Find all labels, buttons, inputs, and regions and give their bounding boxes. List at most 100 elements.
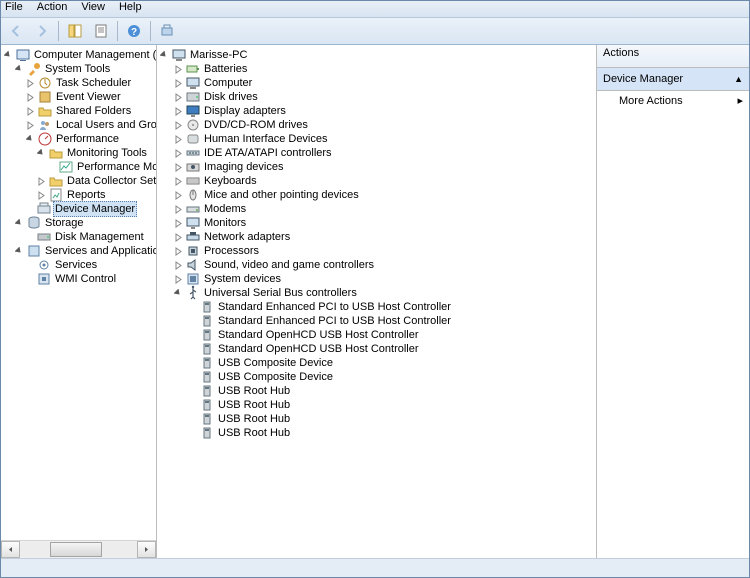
expand-icon[interactable] xyxy=(173,78,184,89)
device-category[interactable]: Human Interface Devices xyxy=(159,132,596,146)
expand-icon[interactable] xyxy=(25,92,36,103)
tree-item-services[interactable]: Services xyxy=(3,258,156,272)
device-item[interactable]: Standard OpenHCD USB Host Controller xyxy=(159,342,596,356)
device-item[interactable]: USB Root Hub xyxy=(159,412,596,426)
expand-icon[interactable] xyxy=(173,274,184,285)
device-item[interactable]: Standard OpenHCD USB Host Controller xyxy=(159,328,596,342)
collapse-icon[interactable] xyxy=(14,64,25,75)
tree-item-event-viewer[interactable]: Event Viewer xyxy=(3,90,156,104)
scroll-track[interactable] xyxy=(20,542,137,557)
help-button[interactable]: ? xyxy=(122,19,146,43)
device-category[interactable]: Processors xyxy=(159,244,596,258)
device-category[interactable]: Batteries xyxy=(159,62,596,76)
collapse-icon[interactable] xyxy=(14,246,25,257)
device-category[interactable]: Universal Serial Bus controllers xyxy=(159,286,596,300)
expand-icon[interactable] xyxy=(173,120,184,131)
tree-label: Marisse-PC xyxy=(190,48,247,62)
tree-item-system-tools[interactable]: System Tools xyxy=(3,62,156,76)
scope-pane: Computer Management (Local System Tools … xyxy=(1,45,157,558)
tree-item-wmi[interactable]: WMI Control xyxy=(3,272,156,286)
expand-icon[interactable] xyxy=(173,260,184,271)
expand-icon[interactable] xyxy=(173,246,184,257)
expand-icon[interactable] xyxy=(173,162,184,173)
tree-label: Services and Applications xyxy=(45,244,156,258)
result-pane: Marisse-PCBatteriesComputerDisk drivesDi… xyxy=(157,45,597,558)
tree-item-reports[interactable]: Reports xyxy=(3,188,156,202)
collapse-icon[interactable] xyxy=(173,288,184,299)
expand-icon[interactable] xyxy=(25,78,36,89)
expand-icon[interactable] xyxy=(173,148,184,159)
device-category[interactable]: Sound, video and game controllers xyxy=(159,258,596,272)
menu-file[interactable]: File xyxy=(5,1,23,13)
expand-icon[interactable] xyxy=(173,106,184,117)
menu-help[interactable]: Help xyxy=(119,1,142,13)
device-item[interactable]: USB Root Hub xyxy=(159,398,596,412)
expand-icon[interactable] xyxy=(173,176,184,187)
scan-button[interactable] xyxy=(155,19,179,43)
collapse-icon[interactable] xyxy=(25,134,36,145)
device-category[interactable]: Computer xyxy=(159,76,596,90)
expand-icon[interactable] xyxy=(25,106,36,117)
tree-item-shared-folders[interactable]: Shared Folders xyxy=(3,104,156,118)
scroll-left-button[interactable] xyxy=(1,541,20,558)
expand-icon[interactable] xyxy=(173,64,184,75)
device-category[interactable]: Imaging devices xyxy=(159,160,596,174)
device-category[interactable]: System devices xyxy=(159,272,596,286)
device-category[interactable]: IDE ATA/ATAPI controllers xyxy=(159,146,596,160)
menu-view[interactable]: View xyxy=(81,1,105,13)
tree-item-disk-management[interactable]: Disk Management xyxy=(3,230,156,244)
tree-item-performance[interactable]: Performance xyxy=(3,132,156,146)
tree-item-storage[interactable]: Storage xyxy=(3,216,156,230)
properties-button[interactable] xyxy=(89,19,113,43)
content-area: Computer Management (Local System Tools … xyxy=(1,45,749,558)
expand-icon[interactable] xyxy=(173,204,184,215)
device-item[interactable]: Standard Enhanced PCI to USB Host Contro… xyxy=(159,314,596,328)
device-category[interactable]: Network adapters xyxy=(159,230,596,244)
scroll-right-button[interactable] xyxy=(137,541,156,558)
device-root[interactable]: Marisse-PC xyxy=(159,48,596,62)
expand-icon[interactable] xyxy=(173,92,184,103)
tree-label: Local Users and Groups xyxy=(56,118,156,132)
hscrollbar[interactable] xyxy=(1,540,156,558)
expand-icon[interactable] xyxy=(173,218,184,229)
device-category[interactable]: Monitors xyxy=(159,216,596,230)
scope-tree[interactable]: Computer Management (Local System Tools … xyxy=(1,45,156,289)
expand-icon[interactable] xyxy=(25,120,36,131)
device-item[interactable]: USB Composite Device xyxy=(159,370,596,384)
tree-item-monitoring-tools[interactable]: Monitoring Tools xyxy=(3,146,156,160)
menu-action[interactable]: Action xyxy=(37,1,68,13)
device-item[interactable]: USB Root Hub xyxy=(159,384,596,398)
collapse-icon[interactable] xyxy=(36,148,47,159)
tree-item-local-users[interactable]: Local Users and Groups xyxy=(3,118,156,132)
tree-item-root[interactable]: Computer Management (Local xyxy=(3,48,156,62)
device-category[interactable]: Disk drives xyxy=(159,90,596,104)
device-item[interactable]: USB Composite Device xyxy=(159,356,596,370)
device-category[interactable]: Modems xyxy=(159,202,596,216)
collapse-icon[interactable] xyxy=(3,50,14,61)
device-category[interactable]: DVD/CD-ROM drives xyxy=(159,118,596,132)
expand-icon[interactable] xyxy=(173,134,184,145)
expand-icon[interactable] xyxy=(173,190,184,201)
device-item[interactable]: USB Root Hub xyxy=(159,426,596,440)
wmi-icon xyxy=(36,271,52,287)
tree-item-performance-monitor[interactable]: Performance Mo xyxy=(3,160,156,174)
actions-section[interactable]: Device Manager ▲ xyxy=(597,68,749,91)
show-hide-tree-button[interactable] xyxy=(63,19,87,43)
tree-item-task-scheduler[interactable]: Task Scheduler xyxy=(3,76,156,90)
expand-icon[interactable] xyxy=(173,232,184,243)
collapse-icon[interactable] xyxy=(14,218,25,229)
device-item[interactable]: Standard Enhanced PCI to USB Host Contro… xyxy=(159,300,596,314)
device-tree[interactable]: Marisse-PCBatteriesComputerDisk drivesDi… xyxy=(157,45,596,443)
scroll-thumb[interactable] xyxy=(50,542,102,557)
tree-item-services-apps[interactable]: Services and Applications xyxy=(3,244,156,258)
expand-icon[interactable] xyxy=(36,176,47,187)
expand-icon[interactable] xyxy=(36,190,47,201)
tree-item-device-manager[interactable]: Device Manager xyxy=(3,202,156,216)
device-category[interactable]: Mice and other pointing devices xyxy=(159,188,596,202)
device-category[interactable]: Keyboards xyxy=(159,174,596,188)
toolbar-separator xyxy=(117,21,118,41)
more-actions-item[interactable]: More Actions ▸ xyxy=(597,91,749,110)
device-category[interactable]: Display adapters xyxy=(159,104,596,118)
collapse-icon[interactable] xyxy=(159,50,170,61)
tree-item-data-collector-sets[interactable]: Data Collector Sets xyxy=(3,174,156,188)
